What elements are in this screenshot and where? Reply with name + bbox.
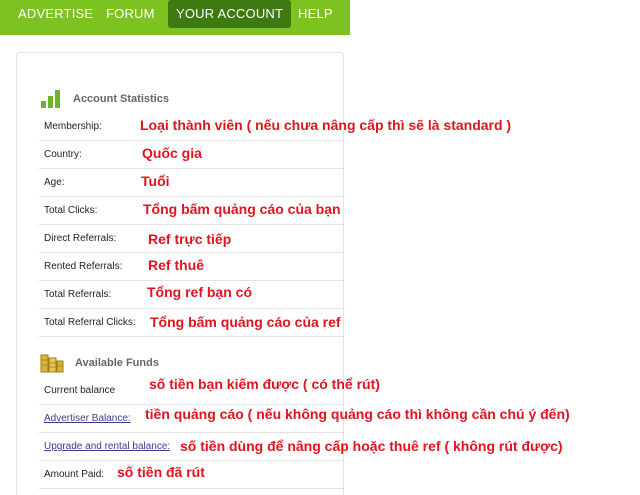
coins-icon [39, 352, 65, 374]
row-label: Rented Referrals: [44, 261, 123, 272]
row-label: Current balance [44, 385, 116, 396]
row-label: Amount Paid: [44, 469, 105, 480]
annotation-membership: Loại thành viên ( nếu chưa nâng cấp thì … [140, 117, 512, 133]
row-label: Age: [44, 177, 65, 188]
row-label: Country: [44, 149, 82, 160]
nav-forum[interactable]: FORUM [106, 0, 155, 28]
annotation-country: Quốc gia [142, 145, 202, 161]
annotation-advertiser-balance: tiền quảng cáo ( nếu không quảng cáo thì… [145, 406, 570, 422]
row-label: Direct Referrals: [44, 233, 117, 244]
annotation-total-referrals: Tổng ref bạn có [147, 284, 252, 300]
annotation-total-referral-clicks: Tổng bấm quảng cáo của ref [150, 314, 341, 330]
annotation-age: Tuổi [141, 173, 170, 189]
row-label: Total Referrals: [44, 289, 112, 300]
annotation-rented-referrals: Ref thuê [148, 257, 204, 273]
account-statistics-header: Account Statistics [39, 85, 169, 113]
section-title: Available Funds [75, 357, 159, 369]
advertiser-balance-link[interactable]: Advertiser Balance: [44, 413, 131, 424]
annotation-current-balance: số tiền bạn kiếm được ( có thể rút) [149, 376, 380, 392]
nav-help[interactable]: HELP [298, 0, 333, 28]
stat-row-age: Age: [39, 169, 343, 197]
annotation-total-clicks: Tổng bấm quảng cáo của bạn [143, 201, 341, 217]
row-label: Total Referral Clicks: [44, 317, 136, 328]
upgrade-rental-balance-link[interactable]: Upgrade and rental balance: [44, 441, 170, 452]
annotation-amount-paid: số tiền đã rút [117, 464, 205, 480]
section-title: Account Statistics [73, 93, 169, 105]
nav-your-account[interactable]: YOUR ACCOUNT [168, 0, 292, 28]
nav-advertise[interactable]: ADVERTISE [18, 0, 93, 28]
annotation-upgrade-rental-balance: số tiền dùng để nâng cấp hoặc thuê ref (… [180, 438, 563, 454]
row-label: Total Clicks: [44, 205, 98, 216]
bar-chart-icon [39, 90, 63, 108]
available-funds-header: Available Funds [39, 349, 159, 377]
top-nav-bar: ADVERTISE FORUM YOUR ACCOUNT HELP [0, 0, 350, 35]
row-label: Membership: [44, 121, 102, 132]
annotation-direct-referrals: Ref trực tiếp [148, 231, 232, 247]
